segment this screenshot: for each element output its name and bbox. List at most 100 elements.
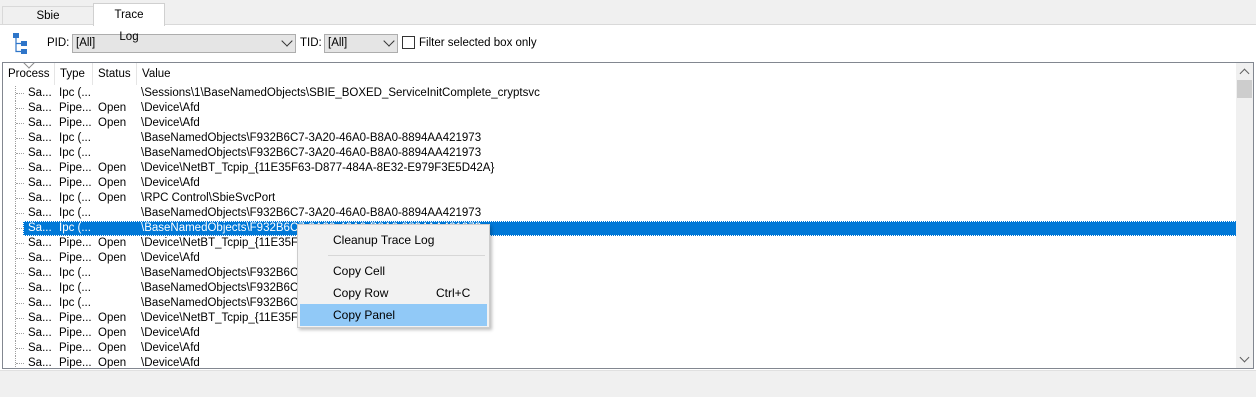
cell-type: Pipe... xyxy=(59,237,92,249)
tree-view-icon[interactable] xyxy=(10,31,32,55)
cell-process: Sa... xyxy=(28,297,52,309)
cell-process: Sa... xyxy=(28,282,52,294)
cell-process: Sa... xyxy=(28,252,52,264)
cell-status: Open xyxy=(98,162,127,174)
table-row[interactable]: Sa... Ipc (... \BaseNamedObjects\F932B6C xyxy=(3,266,1237,281)
cell-type: Pipe... xyxy=(59,162,92,174)
table-row[interactable]: Sa... Ipc (... \Sessions\1\BaseNamedObject… xyxy=(3,86,1237,101)
cell-value: \RPC Control\SbieSvcPort xyxy=(141,192,276,204)
table-row[interactable]: Sa... Pipe... Open \Device\Afd xyxy=(3,176,1237,191)
pid-select-value: [All] xyxy=(76,37,96,49)
cell-process: Sa... xyxy=(28,117,52,129)
table-row[interactable]: Sa...Ipc (...\BaseNamedObjects\F932B6C7-… xyxy=(3,221,1237,236)
menu-item-copy-panel[interactable]: Copy Panel xyxy=(300,304,487,326)
cell-type: Pipe... xyxy=(59,342,92,354)
cell-value: \BaseNamedObjects\F932B6C7-3A20-46A0-B8A… xyxy=(141,132,482,144)
cell-value: \Device\Afd xyxy=(141,357,200,369)
chevron-down-icon xyxy=(281,35,293,47)
tree-branch-line xyxy=(15,206,26,221)
cell-process: Sa... xyxy=(28,342,52,354)
cell-process: Sa... xyxy=(28,267,52,279)
cell-status: Open xyxy=(98,102,127,114)
table-row[interactable]: Sa... Pipe... Open \Device\Afd xyxy=(3,326,1237,341)
table-row[interactable]: Sa... Pipe... Open \Device\NetBT_Tcpip_{11E… xyxy=(3,311,1237,326)
cell-value: \BaseNamedObjects\F932B6C7-3A20-46A0-B8A… xyxy=(141,207,482,219)
menu-item-cleanup-trace-log[interactable]: Cleanup Trace Log xyxy=(300,229,487,251)
tab-sbie-messages[interactable]: Sbie Messages xyxy=(2,6,94,40)
tree-branch-line xyxy=(15,311,26,326)
tree-branch-line xyxy=(15,341,26,356)
cell-type: Ipc (... xyxy=(59,207,91,219)
cell-process: Sa... xyxy=(28,237,52,249)
chevron-down-icon xyxy=(383,35,395,47)
scrollbar-thumb[interactable] xyxy=(1237,80,1252,98)
scroll-down-button[interactable] xyxy=(1236,351,1253,368)
tab-trace-log[interactable]: Trace Log xyxy=(93,3,165,43)
tree-branch-line xyxy=(15,251,26,266)
scroll-up-button[interactable] xyxy=(1236,63,1253,80)
table-row[interactable]: Sa...Ipc (...\BaseNamedObjects\F932B6C7-… xyxy=(3,146,1237,161)
cell-process: Sa... xyxy=(28,102,52,114)
cell-value: \Device\Afd xyxy=(141,327,200,339)
cell-process: Sa... xyxy=(28,147,52,159)
cell-status: Open xyxy=(98,192,127,204)
filter-selected-box-label[interactable]: Filter selected box only xyxy=(419,37,537,49)
filter-selected-box-checkbox[interactable] xyxy=(402,36,415,49)
tree-branch-line xyxy=(15,191,26,206)
cell-type: Ipc (... xyxy=(59,222,91,234)
menu-item-copy-row[interactable]: Copy Row Ctrl+C xyxy=(300,282,487,304)
cell-type: Ipc (... xyxy=(59,132,91,144)
table-row[interactable]: Sa... Pipe... Open \Device\NetBT_Tcpip_{11E… xyxy=(3,161,1237,176)
column-header-type[interactable]: Type xyxy=(55,63,93,85)
cell-process: Sa... xyxy=(28,132,52,144)
cell-type: Ipc (... xyxy=(59,192,91,204)
cell-type: Ipc (... xyxy=(59,282,91,294)
table-row[interactable]: Sa... Pipe... Open \Device\Afd xyxy=(3,341,1237,356)
toolbar: PID: [All] TID: [All] Filter selected bo… xyxy=(0,25,1256,61)
tid-select[interactable]: [All] xyxy=(324,34,398,53)
cell-type: Pipe... xyxy=(59,252,92,264)
table-row[interactable]: Sa... Ipc (... \BaseNamedObjects\F932B6C xyxy=(3,296,1237,311)
pid-select[interactable]: [All] xyxy=(72,34,296,53)
cell-type: Pipe... xyxy=(59,327,92,339)
table-row[interactable]: Sa... Ipc (... \BaseNamedObjects\F932B6C7-… xyxy=(3,131,1237,146)
table-row[interactable]: Sa... Pipe... Open \Device\Afd xyxy=(3,101,1237,116)
cell-type: Ipc (... xyxy=(59,147,91,159)
cell-type: Pipe... xyxy=(59,102,92,114)
table-row[interactable]: Sa... Ipc (... \BaseNamedObjects\F932B6C xyxy=(3,281,1237,296)
cell-status: Open xyxy=(98,237,127,249)
cell-value: \Device\Afd xyxy=(141,342,200,354)
cell-process: Sa... xyxy=(28,87,52,99)
column-header-status[interactable]: Status xyxy=(93,63,137,85)
status-bar xyxy=(0,370,1256,397)
table-row[interactable]: Sa... Ipc (... \BaseNamedObjects\F932B6C7-… xyxy=(3,206,1237,221)
cell-value: \Device\NetBT_Tcpip_{11E35F63-D877-484A-… xyxy=(141,162,495,174)
cell-process: Sa... xyxy=(28,312,52,324)
menu-shortcut: Ctrl+C xyxy=(436,286,471,300)
context-menu: Cleanup Trace Log Copy Cell Copy Row Ctr… xyxy=(297,224,490,328)
table-row[interactable]: Sa... Ipc (... Open \RPC Control\SbieSvcPor… xyxy=(3,191,1237,206)
column-header-value[interactable]: Value xyxy=(137,63,1237,85)
tree-branch-line xyxy=(15,266,26,281)
tree-branch-line xyxy=(15,236,26,251)
column-header-process[interactable]: Process xyxy=(3,63,55,85)
table-row[interactable]: Sa... Pipe... Open \Device\Afd xyxy=(3,356,1237,369)
menu-item-copy-cell[interactable]: Copy Cell xyxy=(300,260,487,282)
cell-process: Sa... xyxy=(28,162,52,174)
tree-branch-line xyxy=(15,326,26,341)
table-rows: Sa... Ipc (... \Sessions\1\BaseNamedObject… xyxy=(3,86,1237,369)
cell-status: Open xyxy=(98,117,127,129)
table-row[interactable]: Sa... Pipe... Open \Device\Afd xyxy=(3,116,1237,131)
cell-process: Sa... xyxy=(28,207,52,219)
cell-type: Pipe... xyxy=(59,312,92,324)
tree-branch-line xyxy=(15,281,26,296)
cell-process: Sa... xyxy=(28,177,52,189)
tree-branch-line xyxy=(15,221,26,236)
cell-type: Ipc (... xyxy=(59,297,91,309)
table-row[interactable]: Sa... Pipe... Open \Device\NetBT_Tcpip_{11E… xyxy=(3,236,1237,251)
table-row[interactable]: Sa... Pipe... Open \Device\Afd xyxy=(3,251,1237,266)
table-header: Process Type Status Value xyxy=(3,63,1237,85)
cell-status: Open xyxy=(98,327,127,339)
vertical-scrollbar[interactable] xyxy=(1236,63,1253,368)
cell-status: Open xyxy=(98,177,127,189)
